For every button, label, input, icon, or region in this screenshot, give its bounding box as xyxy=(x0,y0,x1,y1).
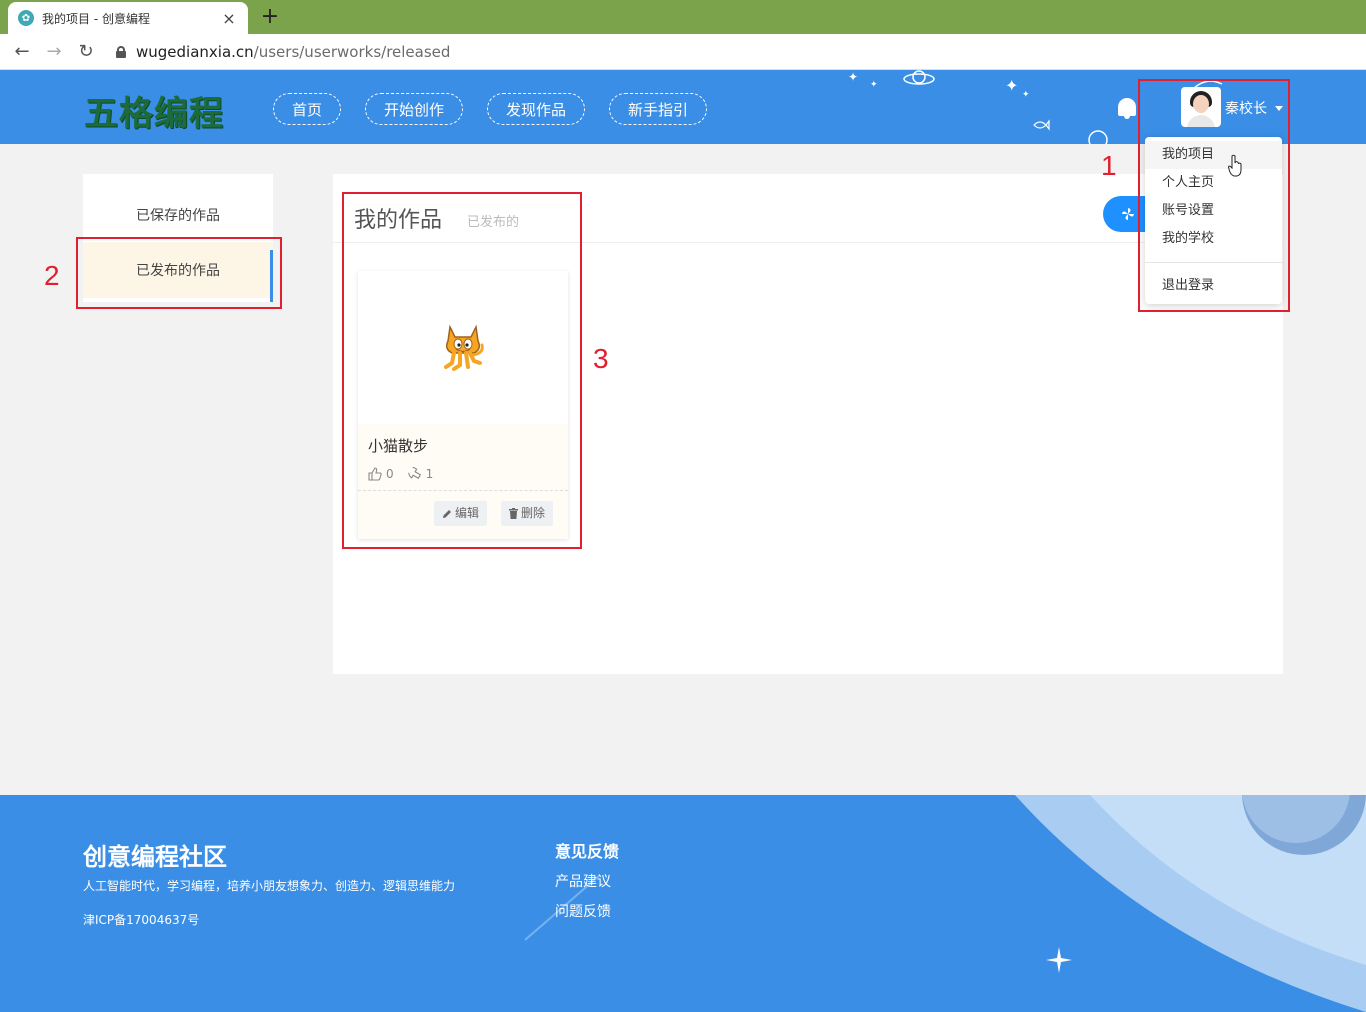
site-footer: 创意编程社区 人工智能时代，学习编程，培养小朋友想象力、创造力、逻辑思维能力 津… xyxy=(0,795,1366,1012)
planet-decoration-icon xyxy=(903,70,935,85)
new-tab-icon[interactable]: + xyxy=(258,4,282,29)
footer-title: 创意编程社区 xyxy=(83,843,227,871)
close-tab-icon[interactable]: × xyxy=(220,9,238,28)
sidebar-item-saved[interactable]: 已保存的作品 xyxy=(83,188,273,242)
address-field[interactable]: wugedianxia.cn/users/userworks/released xyxy=(116,43,450,61)
annotation-number-3: 3 xyxy=(593,343,609,374)
annotation-box-2 xyxy=(76,237,282,309)
nav-create[interactable]: 开始创作 xyxy=(365,93,464,125)
browser-tab[interactable]: ✿ 我的项目 - 创意编程 × xyxy=(8,2,248,34)
annotation-number-1: 1 xyxy=(1101,150,1117,181)
moon-decoration-icon xyxy=(1088,130,1108,144)
fish-decoration-icon xyxy=(1033,119,1050,131)
star-decoration-icon: ✦ xyxy=(1022,90,1030,100)
star-decoration-icon: ✦ xyxy=(1005,76,1019,95)
notification-bell-icon[interactable] xyxy=(1116,96,1138,120)
star-decoration-icon: ✦ xyxy=(870,80,878,90)
annotation-box-1 xyxy=(1138,79,1290,312)
tab-title: 我的项目 - 创意编程 xyxy=(42,11,150,26)
lock-icon xyxy=(116,45,126,58)
nav-discover[interactable]: 发现作品 xyxy=(487,93,586,125)
nav-home[interactable]: 首页 xyxy=(273,93,342,125)
sparkle-icon xyxy=(1046,947,1072,973)
url-host: wugedianxia.cn xyxy=(136,42,254,61)
browser-toolbar: ← → ↻ wugedianxia.cn/users/userworks/rel… xyxy=(0,34,1366,70)
annotation-box-3 xyxy=(342,192,582,549)
browser-tab-strip: ✿ 我的项目 - 创意编程 × + xyxy=(0,0,1366,34)
reload-icon[interactable]: ↻ xyxy=(70,41,102,62)
back-arrow-icon[interactable]: ← xyxy=(6,41,38,62)
site-logo[interactable]: 五格编程 xyxy=(84,86,224,135)
footer-description: 人工智能时代，学习编程，培养小朋友想象力、创造力、逻辑思维能力 xyxy=(83,879,456,893)
site-favicon-icon: ✿ xyxy=(18,10,34,26)
feedback-title: 意见反馈 xyxy=(555,842,620,861)
footer-decoration xyxy=(524,795,1366,1012)
url-path: /users/userworks/released xyxy=(253,42,451,61)
forward-arrow-icon[interactable]: → xyxy=(38,41,70,62)
star-decoration-icon: ✦ xyxy=(848,70,859,84)
footer-link-issue[interactable]: 问题反馈 xyxy=(555,901,611,921)
pinwheel-icon xyxy=(1122,208,1134,220)
annotation-number-2: 2 xyxy=(44,260,60,291)
main-nav: 首页 开始创作 发现作品 新手指引 xyxy=(273,93,708,125)
footer-icp[interactable]: 津ICP备17004637号 xyxy=(83,911,199,928)
nav-guide[interactable]: 新手指引 xyxy=(609,93,708,125)
footer-link-suggestion[interactable]: 产品建议 xyxy=(555,871,611,891)
